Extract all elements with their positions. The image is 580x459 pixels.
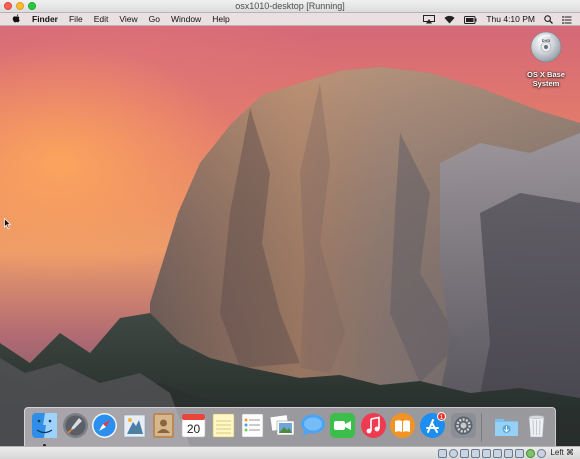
downloads-folder-icon	[495, 419, 518, 436]
reminders-icon	[241, 413, 264, 438]
vm-window-titlebar: osx1010-desktop [Running]	[0, 0, 580, 13]
photos-icon	[269, 414, 295, 436]
menu-edit[interactable]: Edit	[94, 13, 109, 26]
trash-icon	[528, 415, 545, 438]
dock: 20 1	[24, 407, 556, 446]
notes-icon	[212, 413, 235, 438]
menu-view[interactable]: View	[119, 13, 137, 26]
dock-downloads[interactable]	[493, 412, 520, 439]
usb-icon[interactable]	[482, 449, 491, 458]
spotlight-icon[interactable]	[544, 15, 553, 25]
wallpaper-mountain	[0, 67, 580, 446]
battery-icon[interactable]	[464, 15, 477, 25]
menu-window[interactable]: Window	[171, 13, 201, 26]
vm-device-icons	[438, 449, 546, 458]
dock-messages[interactable]	[299, 412, 326, 439]
display-icon[interactable]	[504, 449, 513, 458]
vm-status-bar: Left ⌘	[0, 446, 580, 459]
dock-safari[interactable]	[91, 412, 118, 439]
desktop-icon-label: OS X Base System	[522, 70, 570, 88]
dock-photo-booth[interactable]	[269, 412, 296, 439]
notification-center-icon[interactable]	[562, 15, 572, 25]
mail-icon	[123, 414, 146, 438]
video-capture-icon[interactable]	[515, 449, 524, 458]
messages-icon	[301, 414, 325, 437]
mouse-cursor-icon	[4, 218, 11, 229]
shared-folders-icon[interactable]	[493, 449, 502, 458]
contacts-icon	[153, 413, 174, 438]
desktop-icon-label-line2: System	[532, 79, 560, 88]
ibooks-icon	[390, 413, 415, 438]
dock-itunes[interactable]	[360, 412, 387, 439]
optical-drive-icon[interactable]	[449, 449, 458, 458]
host-key-indicator: Left ⌘	[550, 448, 574, 457]
wifi-icon[interactable]	[444, 15, 455, 25]
dock-launchpad[interactable]	[62, 412, 89, 439]
dock-facetime[interactable]	[329, 412, 356, 439]
dock-separator	[481, 413, 482, 442]
mouse-integration-icon[interactable]	[537, 449, 546, 458]
menu-file[interactable]: File	[69, 13, 83, 26]
menu-bar: Finder File Edit View Go Window Help Thu…	[0, 13, 580, 26]
facetime-icon	[330, 413, 355, 438]
finder-icon	[32, 413, 57, 438]
dock-ibooks[interactable]	[389, 412, 416, 439]
menu-help[interactable]: Help	[212, 13, 229, 26]
dock-system-preferences[interactable]	[450, 412, 477, 439]
desktop-icon-os-x-base-system[interactable]: DVD OS X Base System	[522, 31, 570, 88]
desktop-icon-label-line1: OS X Base	[527, 70, 565, 79]
harddisk-icon[interactable]	[438, 449, 447, 458]
guest-screen[interactable]: Finder File Edit View Go Window Help Thu…	[0, 13, 580, 446]
dock-contacts[interactable]	[150, 412, 177, 439]
menu-finder[interactable]: Finder	[32, 13, 58, 26]
vm-window-title: osx1010-desktop [Running]	[235, 1, 345, 11]
dock-notes[interactable]	[210, 412, 237, 439]
dock-finder[interactable]	[31, 412, 58, 439]
app-store-update-badge: 1	[437, 412, 446, 421]
dock-trash[interactable]	[523, 412, 550, 439]
menubar-clock[interactable]: Thu 4:10 PM	[486, 13, 535, 26]
cpu-icon[interactable]	[526, 449, 535, 458]
dvd-disc-icon: DVD	[530, 31, 562, 63]
dock-calendar[interactable]: 20	[180, 412, 207, 439]
dock-mail[interactable]	[121, 412, 148, 439]
apple-menu-icon[interactable]	[10, 14, 22, 24]
network-icon[interactable]	[471, 449, 480, 458]
calendar-icon: 20	[181, 413, 206, 438]
svg-text:DVD: DVD	[542, 38, 551, 43]
dock-reminders[interactable]	[239, 412, 266, 439]
menubar-status-area: Thu 4:10 PM	[423, 13, 572, 26]
safari-icon	[92, 413, 117, 438]
calendar-day: 20	[187, 422, 201, 436]
audio-icon[interactable]	[460, 449, 469, 458]
airplay-icon[interactable]	[423, 15, 436, 25]
menu-go[interactable]: Go	[149, 13, 160, 26]
launchpad-icon	[63, 413, 88, 438]
itunes-icon	[361, 413, 386, 438]
system-preferences-icon	[451, 413, 476, 438]
